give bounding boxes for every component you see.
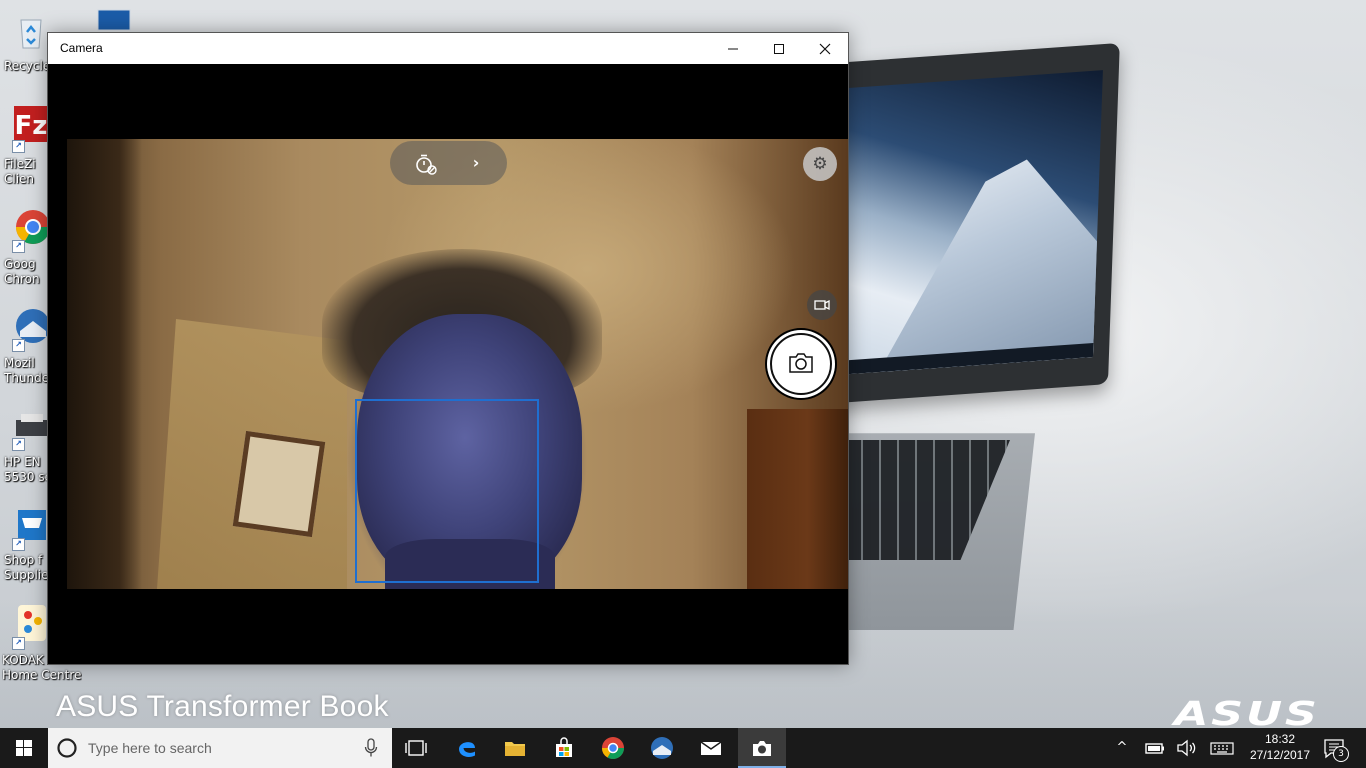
keyboard-icon[interactable] — [1210, 736, 1234, 760]
shortcut-arrow-icon: ↗ — [12, 637, 25, 650]
monitor-icon — [97, 9, 131, 31]
shortcut-arrow-icon: ↗ — [12, 438, 25, 451]
desktop-icon-label: Recycle — [4, 59, 51, 73]
notification-count-badge: 3 — [1333, 746, 1349, 762]
taskbar: Type here to search ^ 18:32 27/12/2017 — [0, 728, 1366, 768]
clock-time: 18:32 — [1264, 732, 1296, 746]
close-button[interactable] — [802, 33, 848, 64]
face-detection-box — [355, 399, 539, 583]
search-placeholder: Type here to search — [88, 740, 212, 756]
search-box[interactable]: Type here to search — [48, 728, 392, 768]
desktop-icon-this-pc[interactable] — [96, 8, 134, 32]
camera-viewfinder[interactable] — [67, 139, 848, 589]
close-icon — [819, 43, 831, 54]
wallpaper-laptop-display — [831, 70, 1103, 376]
gear-icon: ⚙ — [812, 154, 828, 174]
camera-app-icon — [753, 741, 771, 756]
settings-button[interactable]: ⚙ — [803, 147, 837, 181]
camera-window: Camera › ⚙ — [47, 32, 849, 665]
mail-icon[interactable] — [699, 736, 723, 760]
edge-icon[interactable] — [455, 736, 479, 760]
take-photo-button[interactable] — [767, 330, 835, 398]
microphone-icon[interactable] — [364, 738, 378, 758]
viewfinder-door — [747, 409, 848, 589]
chevron-right-icon[interactable]: › — [464, 151, 488, 175]
viewfinder-shadow — [67, 139, 142, 589]
svg-text:Fz: Fz — [15, 111, 48, 141]
thunderbird-taskbar-icon[interactable] — [650, 736, 674, 760]
wallpaper-laptop-screen — [808, 42, 1120, 406]
viewfinder-picture-frame — [232, 430, 326, 538]
camera-taskbar-button[interactable] — [738, 728, 786, 768]
windows-logo-icon — [16, 740, 32, 756]
minimize-button[interactable] — [710, 33, 756, 64]
desktop-icon-label: Shop f Supplies — [4, 553, 52, 582]
wallpaper-mountain — [871, 129, 1103, 375]
video-mode-button[interactable] — [807, 290, 837, 320]
desktop-icon-label: HP EN 5530 se — [4, 455, 52, 484]
video-camera-icon — [814, 299, 830, 311]
minimize-icon — [728, 48, 738, 49]
task-view-icon[interactable] — [404, 736, 428, 760]
shortcut-arrow-icon: ↗ — [12, 339, 25, 352]
shortcut-arrow-icon: ↗ — [12, 140, 25, 153]
chrome-taskbar-icon[interactable] — [601, 736, 625, 760]
taskbar-clock[interactable]: 18:32 27/12/2017 — [1240, 731, 1320, 763]
desktop-icon-label: Mozil Thunde — [4, 356, 50, 385]
shutter-ring — [770, 333, 832, 395]
cortana-icon — [57, 738, 77, 758]
volume-icon[interactable] — [1174, 736, 1198, 760]
store-icon[interactable] — [552, 736, 576, 760]
desktop-icon-label: FileZi Clien — [4, 157, 36, 186]
shortcut-arrow-icon: ↗ — [12, 240, 25, 253]
maximize-button[interactable] — [756, 33, 802, 64]
filezilla-icon: Fz — [14, 106, 48, 142]
maximize-icon — [774, 43, 784, 54]
window-title: Camera — [60, 41, 103, 55]
shortcut-arrow-icon: ↗ — [12, 538, 25, 551]
recycle-bin-icon — [20, 19, 42, 49]
clock-date: 27/12/2017 — [1249, 748, 1311, 762]
photo-timer-control[interactable]: › — [390, 141, 507, 185]
battery-icon[interactable] — [1143, 736, 1167, 760]
camera-icon — [789, 353, 813, 373]
desktop-icon-label: Goog Chron — [4, 257, 40, 286]
show-hidden-icons-chevron-up-icon[interactable]: ^ — [1112, 738, 1132, 758]
wallpaper-brand-text: ASUS Transformer Book — [56, 690, 389, 723]
file-explorer-icon[interactable] — [503, 736, 527, 760]
wallpaper-asus-logo: ASUS — [1174, 694, 1320, 728]
title-bar[interactable]: Camera — [48, 33, 848, 64]
timer-icon — [416, 154, 437, 175]
start-button[interactable] — [0, 728, 48, 768]
